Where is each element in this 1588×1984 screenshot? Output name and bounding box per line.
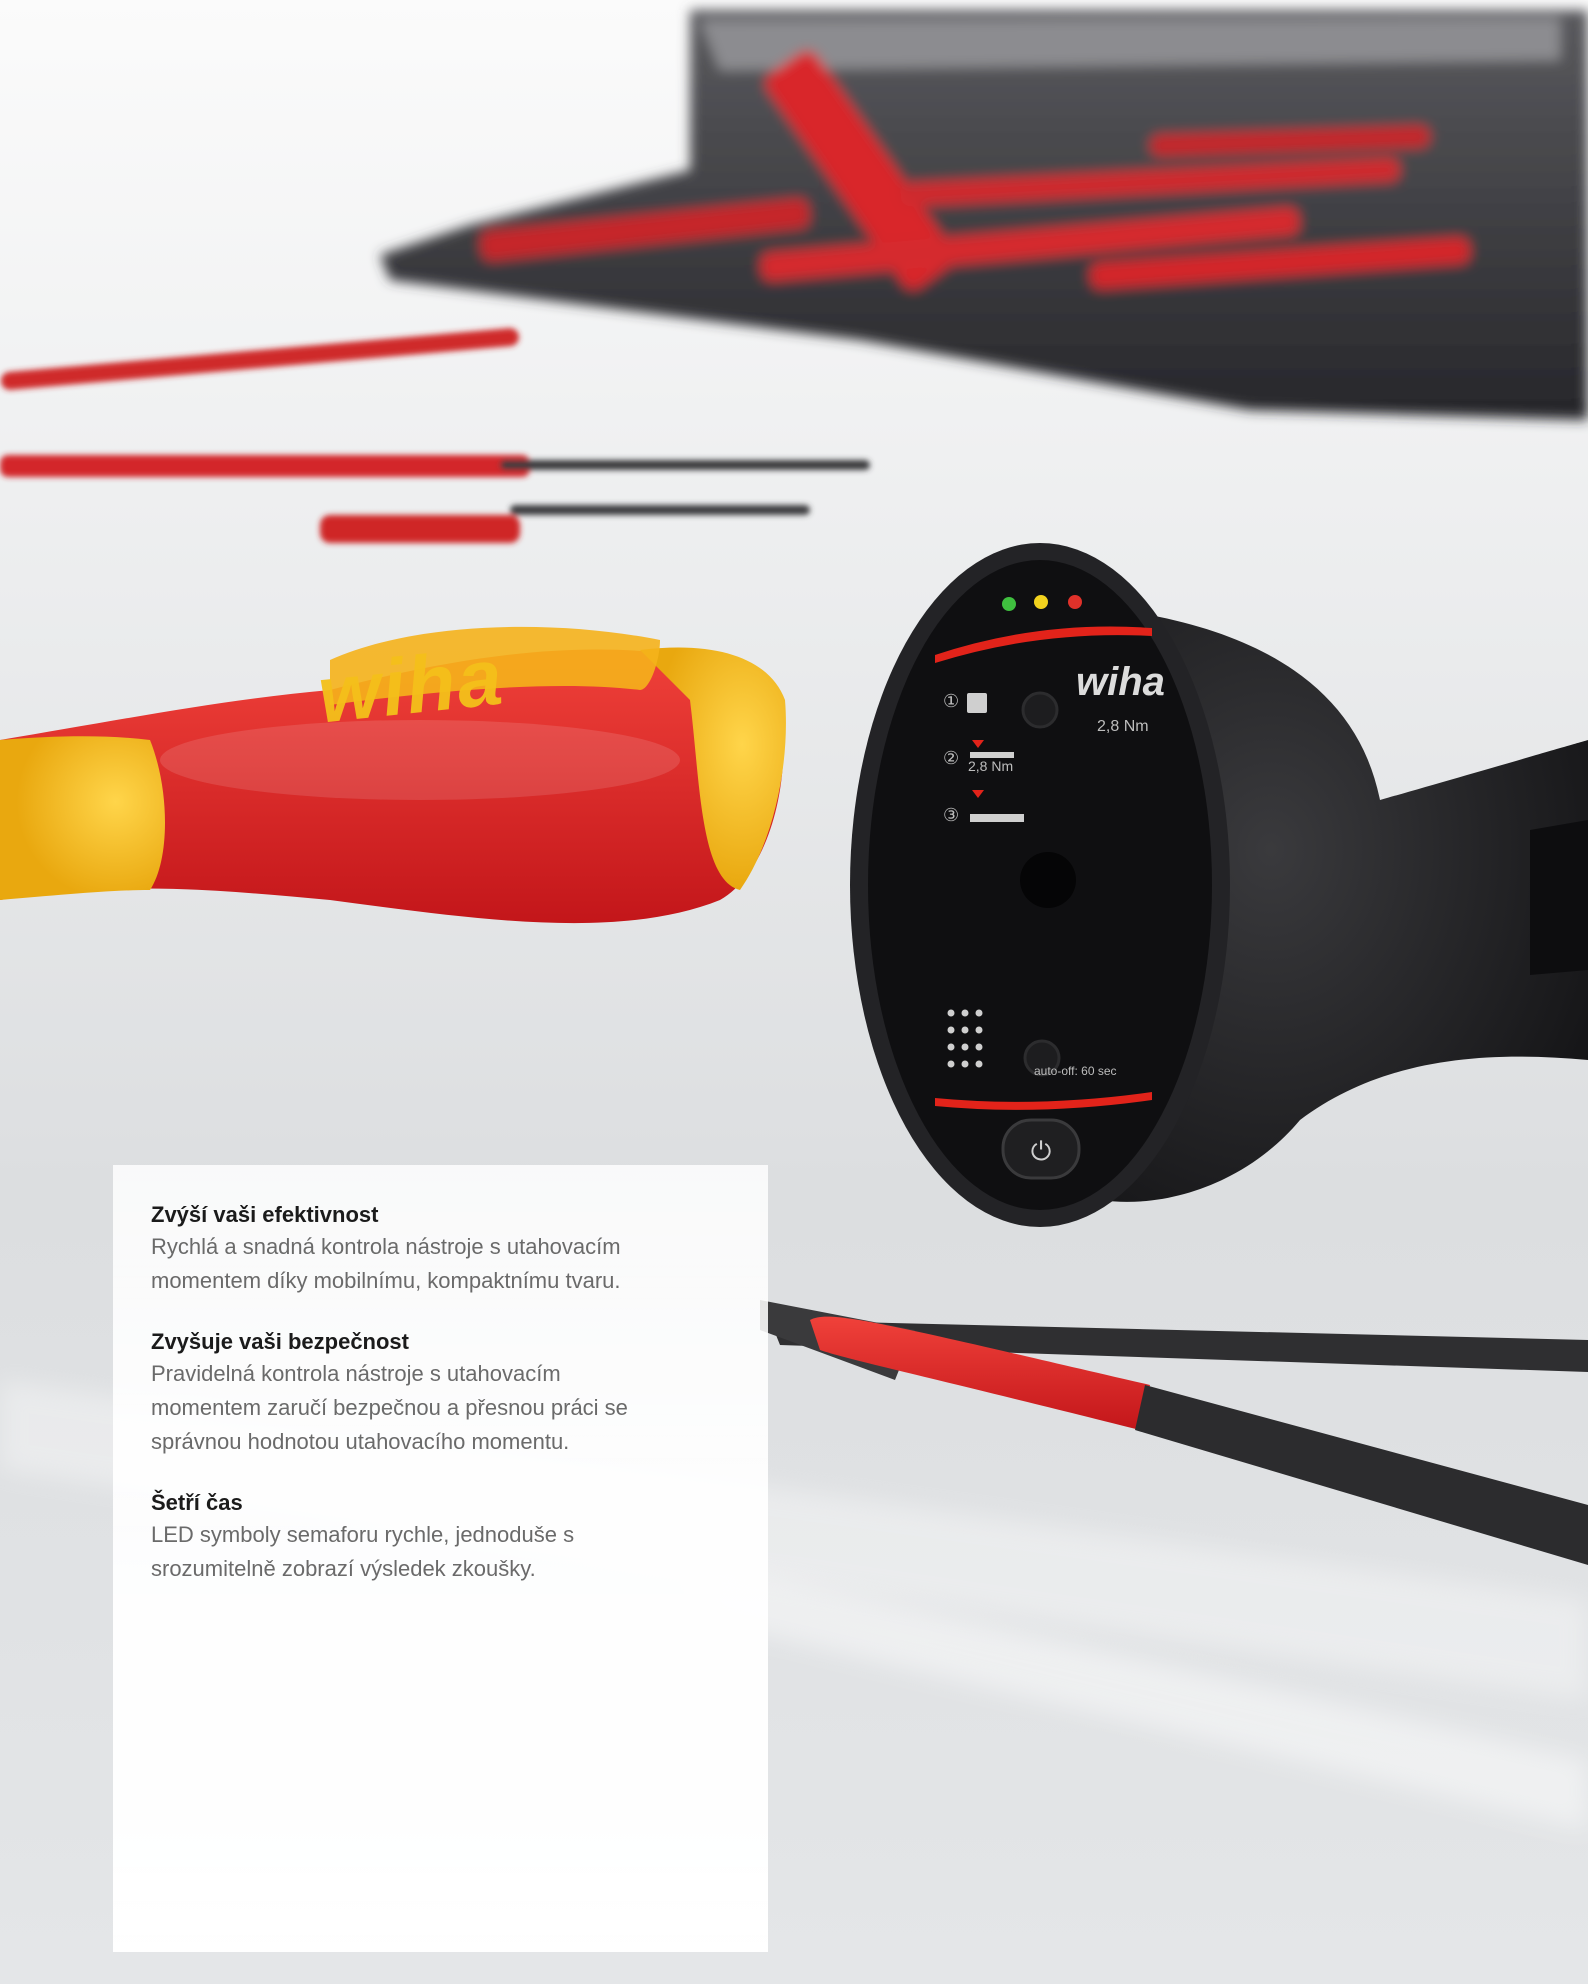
step-1-label: ① bbox=[943, 691, 960, 712]
feature-text: LED symboly semaforu rychle, jednoduše s… bbox=[151, 1522, 575, 1581]
feature-title: Zvýší vaši efektivnost bbox=[151, 1202, 379, 1227]
handle-logo: wiha bbox=[313, 631, 508, 740]
device-logo: wiha bbox=[1076, 660, 1165, 704]
feature-panel: Zvýší vaši efektivnost Rychlá a snadná k… bbox=[113, 1165, 768, 1952]
auto-off-label: auto-off: 60 sec bbox=[1034, 1064, 1117, 1078]
step-2-value: 2,8 Nm bbox=[968, 758, 1014, 774]
feature-title: Šetří čas bbox=[151, 1490, 243, 1515]
feature-time: Šetří čas LED symboly semaforu rychle, j… bbox=[151, 1487, 730, 1586]
feature-title: Zvyšuje vaši bezpečnost bbox=[151, 1329, 409, 1354]
device-rating: 2,8 Nm bbox=[1097, 718, 1149, 735]
feature-efficiency: Zvýší vaši efektivnost Rychlá a snadná k… bbox=[151, 1199, 730, 1298]
step-3-label: ③ bbox=[943, 805, 960, 826]
feature-safety: Zvyšuje vaši bezpečnost Pravidelná kontr… bbox=[151, 1326, 730, 1459]
feature-text: Pravidelná kontrola nástroje s utahovací… bbox=[151, 1361, 628, 1454]
feature-text: Rychlá a snadná kontrola nástroje s utah… bbox=[151, 1234, 621, 1293]
step-2-label: ② bbox=[943, 748, 960, 769]
svg-text:⏻: ⏻ bbox=[1031, 1137, 1052, 1167]
